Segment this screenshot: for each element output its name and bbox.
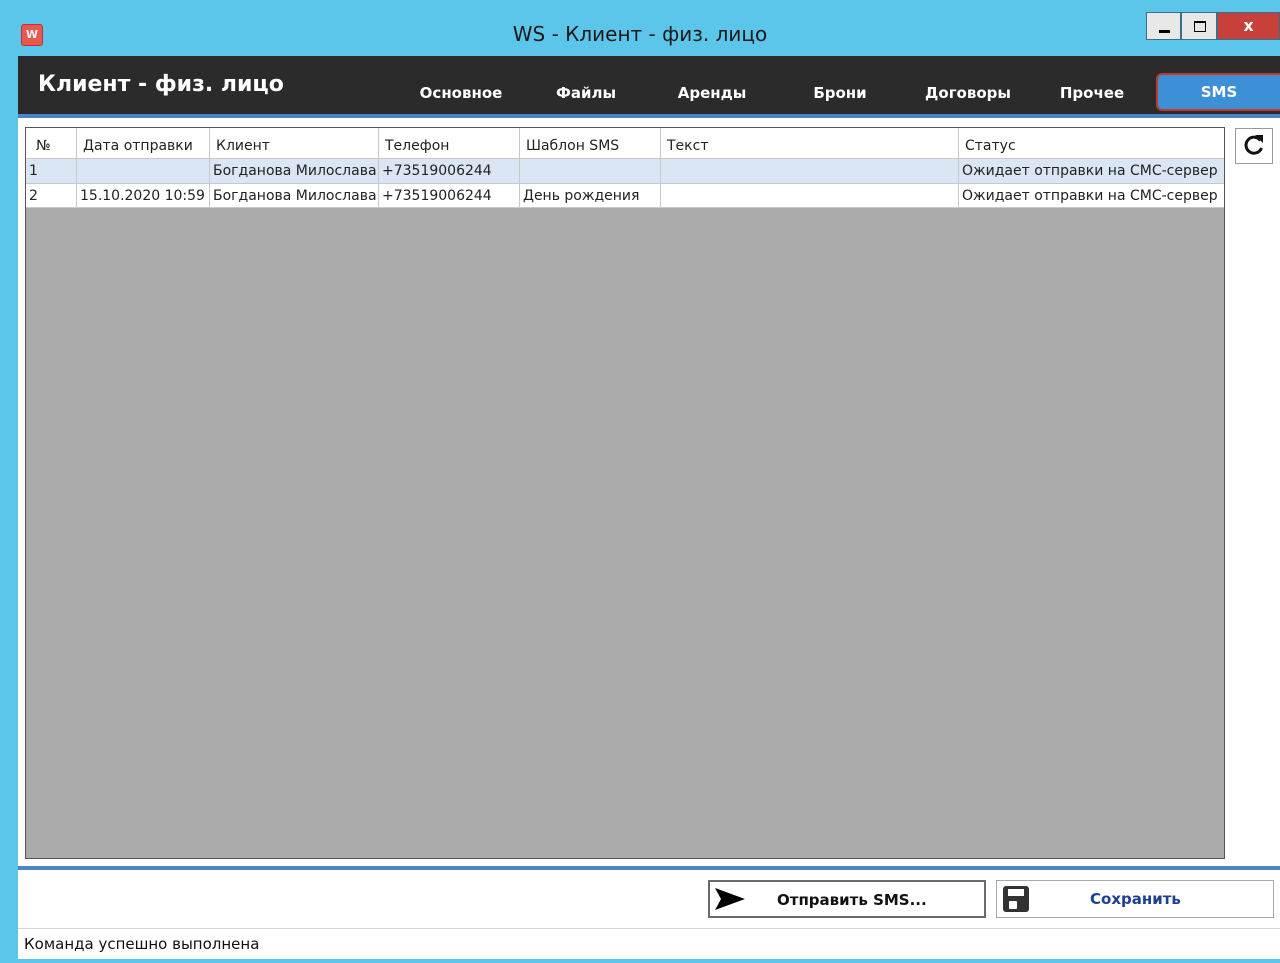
status-bar: Команда успешно выполнена xyxy=(18,928,1280,959)
tab-rentals[interactable]: Аренды xyxy=(670,84,754,102)
window-title: WS - Клиент - физ. лицо xyxy=(512,22,768,46)
close-button[interactable]: x xyxy=(1217,12,1280,40)
refresh-icon xyxy=(1244,135,1263,155)
table-row[interactable]: 2 15.10.2020 10:59 Богданова Милослава +… xyxy=(26,183,1224,208)
tab-files[interactable]: Файлы xyxy=(546,84,626,102)
floppy-disk-icon xyxy=(1003,886,1029,912)
page-title: Клиент - физ. лицо xyxy=(38,72,284,97)
column-header-number[interactable]: № xyxy=(26,128,77,158)
send-sms-button[interactable]: Отправить SMS... xyxy=(708,880,986,918)
table-header: № Дата отправки Клиент Телефон Шаблон SM… xyxy=(26,128,1224,158)
maximize-button[interactable] xyxy=(1181,12,1217,40)
cell-phone: +73519006244 xyxy=(379,184,520,207)
tab-bookings[interactable]: Брони xyxy=(805,84,875,102)
minimize-button[interactable] xyxy=(1146,12,1181,40)
send-sms-label: Отправить SMS... xyxy=(777,891,927,909)
cell-date: 15.10.2020 10:59 xyxy=(77,184,210,207)
cell-phone: +73519006244 xyxy=(379,159,520,183)
refresh-button[interactable] xyxy=(1235,128,1273,164)
column-header-text[interactable]: Текст xyxy=(661,128,959,158)
cell-client: Богданова Милослава xyxy=(210,159,379,183)
title-bar[interactable]: W WS - Клиент - физ. лицо x xyxy=(0,12,1280,56)
status-message: Команда успешно выполнена xyxy=(24,935,260,953)
tab-other[interactable]: Прочее xyxy=(1054,84,1130,102)
cell-client: Богданова Милослава xyxy=(210,184,379,207)
cell-text xyxy=(661,159,959,183)
column-header-client[interactable]: Клиент xyxy=(210,128,379,158)
table-row[interactable]: 1 Богданова Милослава +73519006244 Ожида… xyxy=(26,158,1224,183)
column-header-status[interactable]: Статус xyxy=(959,128,1224,158)
tab-sms[interactable]: SMS xyxy=(1156,73,1280,111)
content-area: № Дата отправки Клиент Телефон Шаблон SM… xyxy=(18,118,1280,866)
cell-number: 1 xyxy=(26,159,77,183)
cell-status: Ожидает отправки на СМС-сервер xyxy=(962,188,1218,204)
app-window: W WS - Клиент - физ. лицо x Клиент - физ… xyxy=(0,0,1280,963)
sms-table[interactable]: № Дата отправки Клиент Телефон Шаблон SM… xyxy=(25,127,1225,859)
cell-template xyxy=(520,159,661,183)
cell-status: Ожидает отправки на СМС-сервер xyxy=(962,163,1218,179)
cell-template: День рождения xyxy=(520,184,661,207)
tab-contracts[interactable]: Договоры xyxy=(918,84,1018,102)
column-header-template[interactable]: Шаблон SMS xyxy=(520,128,661,158)
save-label: Сохранить xyxy=(1090,890,1181,908)
tab-main[interactable]: Основное xyxy=(416,84,506,102)
form-header: Клиент - физ. лицо Основное Файлы Аренды… xyxy=(18,56,1280,114)
cell-number: 2 xyxy=(26,184,77,207)
save-button[interactable]: Сохранить xyxy=(996,880,1274,918)
cell-text xyxy=(661,184,959,207)
send-arrow-icon xyxy=(715,888,745,910)
column-header-phone[interactable]: Телефон xyxy=(379,128,520,158)
column-header-date[interactable]: Дата отправки xyxy=(77,128,210,158)
bottom-toolbar: Отправить SMS... Сохранить xyxy=(18,870,1280,928)
cell-date xyxy=(77,159,210,183)
